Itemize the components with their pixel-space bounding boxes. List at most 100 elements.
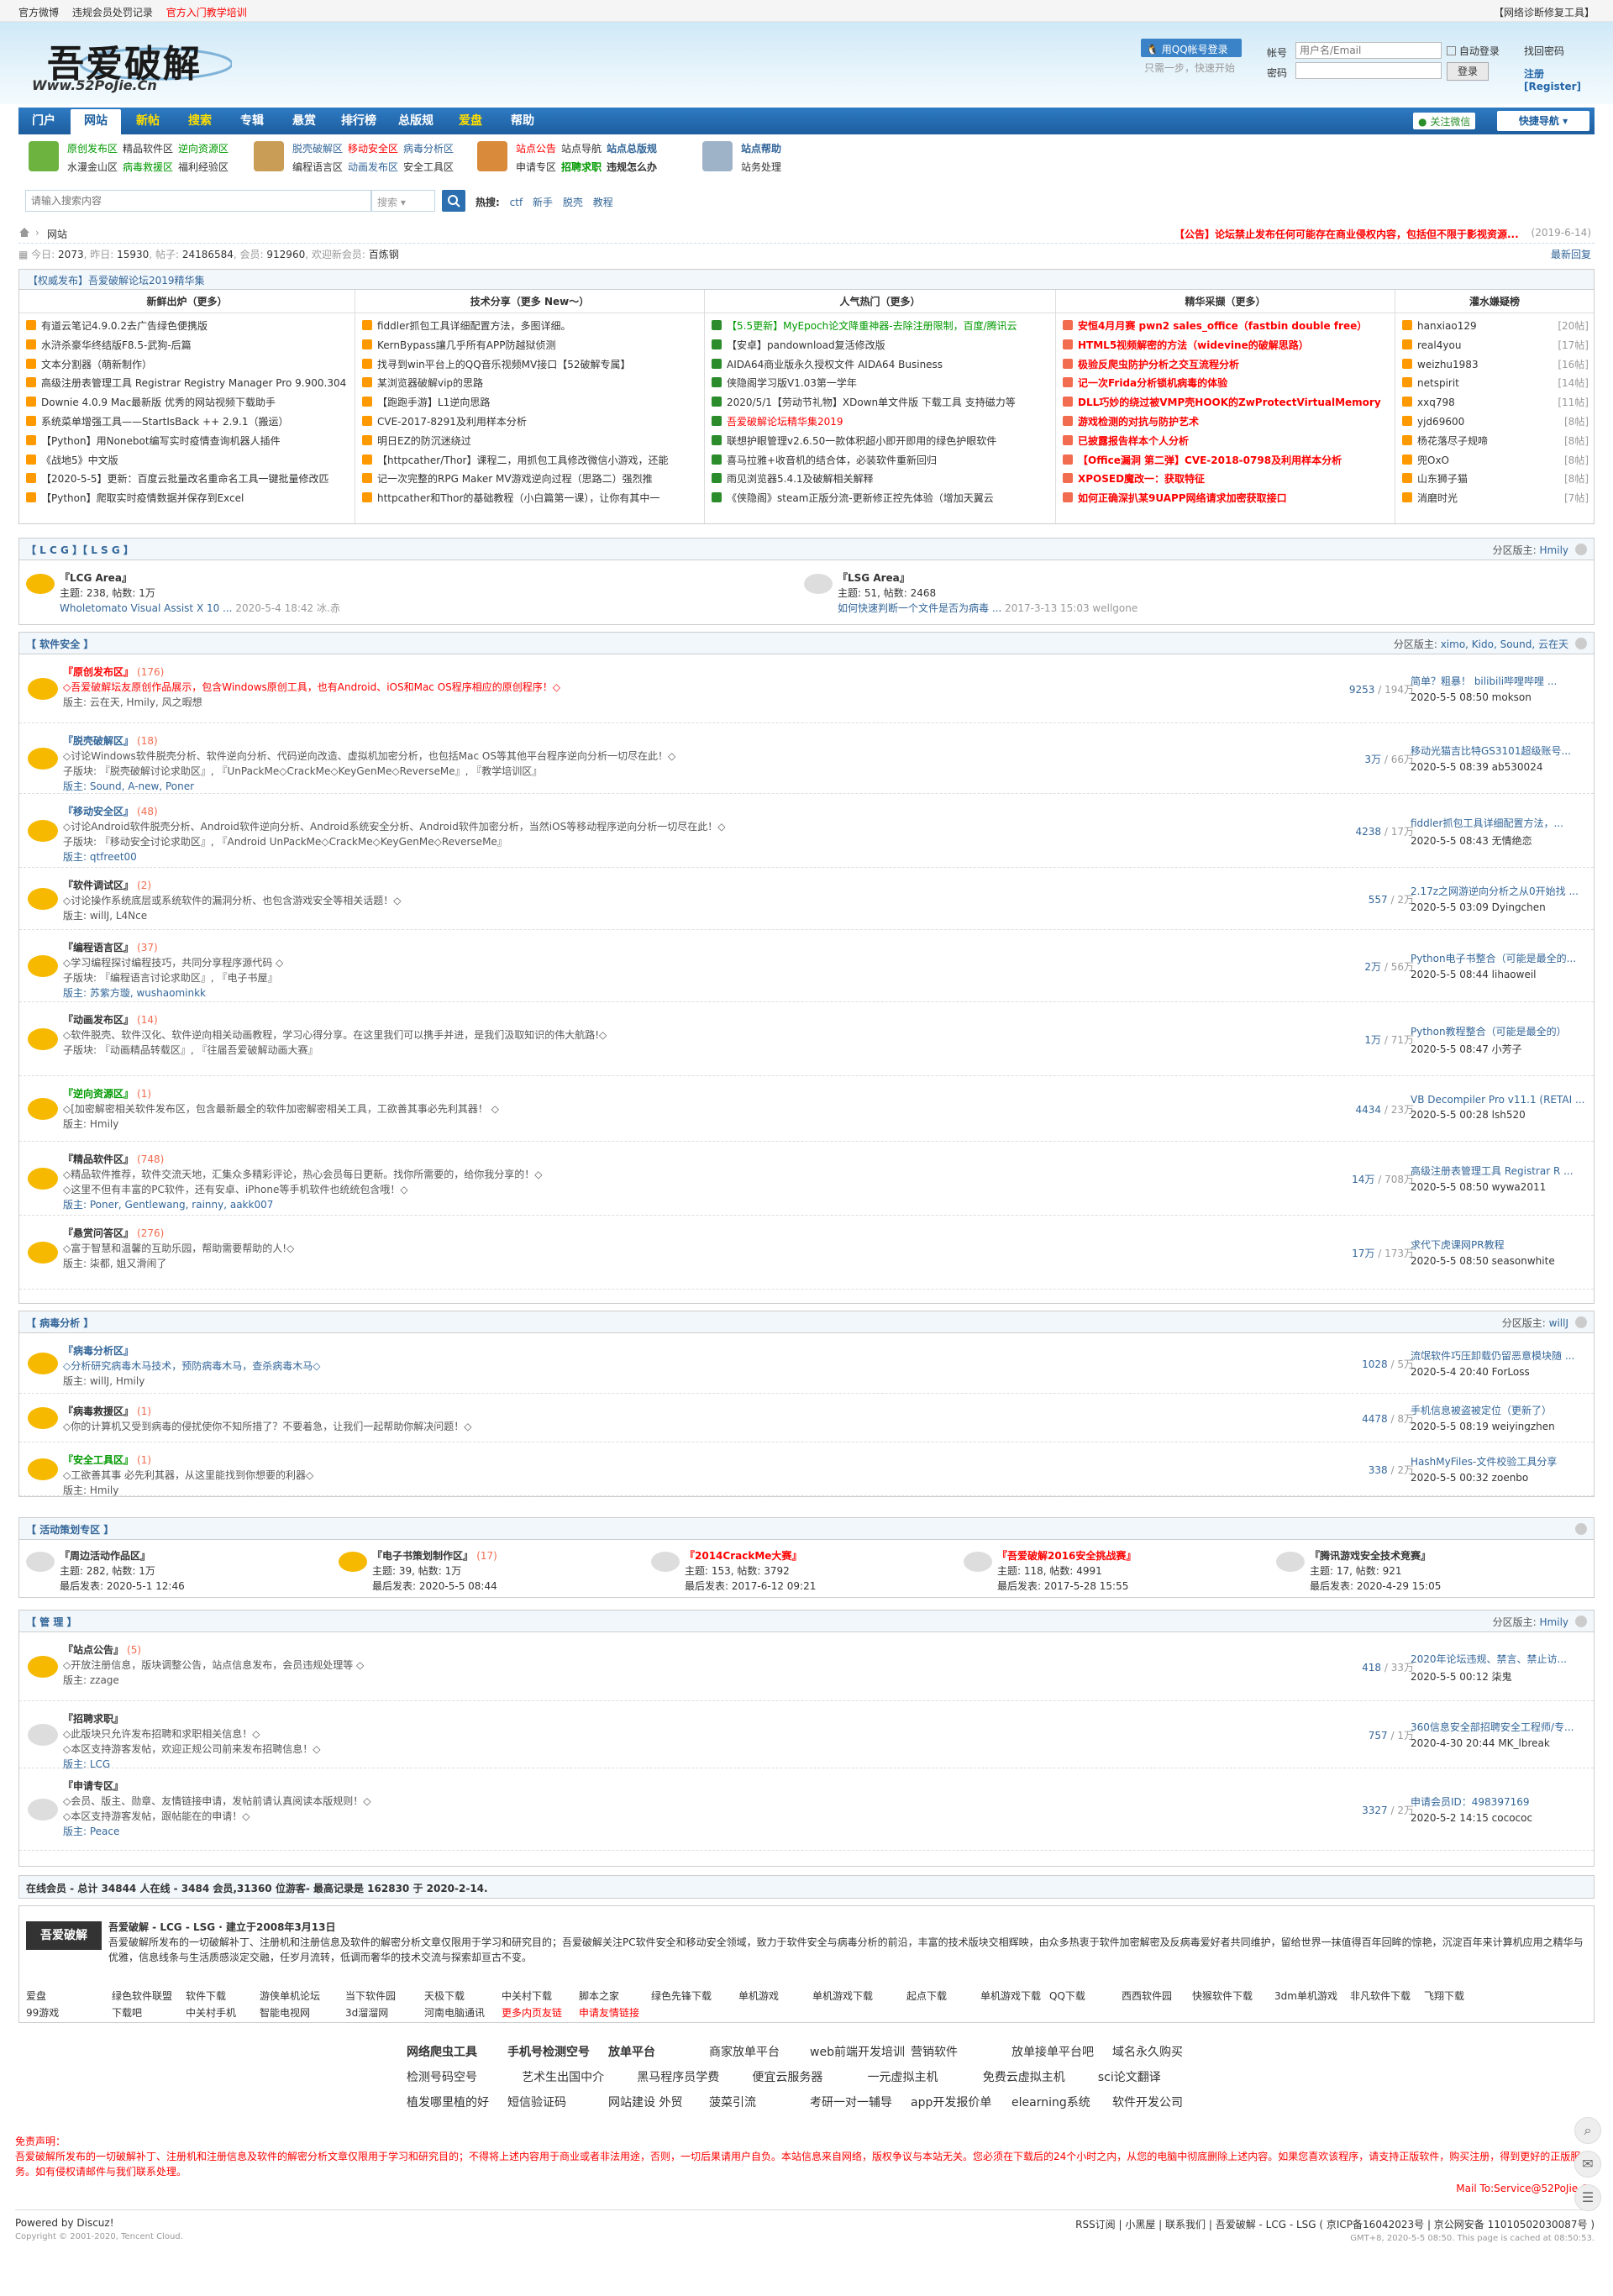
forum-name-text[interactable]: 『招聘求职』 (63, 1713, 123, 1725)
ad-link[interactable]: 检测号码空号 (407, 2068, 477, 2085)
last-post[interactable]: 2.17z之网游逆向分析之从0开始找 ... 2020-5-5 03:09 Dyi… (1411, 884, 1587, 913)
ad-link[interactable]: 营销软件 (911, 2043, 958, 2060)
forum-name[interactable]: 『安全工具区』 (1) (63, 1453, 151, 1467)
hot-thread[interactable]: 【安卓】pandownload复活修改版 (712, 336, 1050, 355)
ad-link[interactable]: 手机号检测空号 (507, 2043, 590, 2060)
hot-thread-title[interactable]: 记一次完整的RPG Maker MV游戏逆向过程（思路二）强烈推 (377, 473, 653, 485)
ad-link[interactable]: elearning系统 (1011, 2094, 1090, 2110)
hot-thread[interactable]: DLL巧妙的绕过被VMP壳HOOK的ZwProtectVirtualMemory (1063, 393, 1390, 412)
forum-name[interactable]: 『悬赏问答区』 (276) (63, 1226, 164, 1240)
hot-thread-title[interactable]: 喜马拉雅+收音机的结合体，必装软件重新回归 (727, 454, 937, 466)
friend-link[interactable]: 3dm单机游戏 (1274, 1989, 1337, 2003)
hot-thread[interactable]: 如何正确深扒某9UAPP网络请求加密获取接口 (1063, 489, 1390, 508)
forum-title[interactable]: 『腾讯游戏安全技术竞赛』 (1310, 1548, 1431, 1563)
hot-thread-title[interactable]: 【httpcather/Thor】课程二，用抓包工具修改微信小游戏，还能 (377, 454, 668, 466)
hot-thread-title[interactable]: 文本分割器（萌新制作） (41, 359, 152, 370)
site-logo[interactable]: 吾爱破解 Www.52PoJie.Cn (30, 34, 232, 93)
user-name[interactable]: 杨花落尽子规啼 (1417, 435, 1488, 447)
friend-link[interactable]: 中关村下载 (502, 1989, 552, 2003)
friend-link[interactable]: QQ下载 (1049, 1989, 1085, 2003)
quick-link[interactable]: 安全工具区 (403, 161, 454, 173)
hot-thread-title[interactable]: 《战地5》中文版 (41, 454, 118, 466)
hot-thread[interactable]: 极验反爬虫防护分析之交互流程分析 (1063, 355, 1390, 375)
friend-link[interactable]: 天极下载 (424, 1989, 465, 2003)
col-title[interactable]: 人气热门（更多） (705, 290, 1055, 313)
thread-count[interactable]: 4478 (1362, 1413, 1388, 1425)
hot-term[interactable]: 新手 (533, 197, 553, 208)
ad-link[interactable]: 放单平台 (608, 2043, 655, 2060)
forum-name[interactable]: 『动画发布区』 (14) (63, 1012, 158, 1027)
forum-name[interactable]: 『编程语言区』 (37) (63, 940, 158, 954)
thread-count[interactable]: 14万 (1352, 1174, 1374, 1185)
hot-thread-title[interactable]: HTML5视频解密的方法（widevine的破解思路） (1078, 339, 1309, 351)
nav-new-posts[interactable]: 新帖 (123, 108, 173, 134)
ad-link[interactable]: 考研一对一辅导 (810, 2094, 892, 2110)
last-post[interactable]: fiddler抓包工具详细配置方法，... 2020-5-5 08:43 无情绝恋 (1411, 816, 1587, 848)
find-password-link[interactable]: 找回密码 (1524, 44, 1564, 58)
search-type-select[interactable]: 搜索 ▾ (371, 190, 435, 212)
hot-thread-title[interactable]: 如何正确深扒某9UAPP网络请求加密获取接口 (1078, 492, 1287, 504)
forum-row[interactable]: 『软件调试区』 (2) ◇讨论操作系统底层或系统软件的漏洞分析、也包含游戏安全等相关… (19, 868, 1594, 930)
nav-rules[interactable]: 总版规 (388, 108, 444, 134)
hot-thread-title[interactable]: AIDA64商业版永久授权文件 AIDA64 Business (727, 359, 943, 370)
friend-link[interactable]: 西西软件园 (1122, 1989, 1172, 2003)
hot-thread[interactable]: 安恒4月月赛 pwn2 sales_office（fastbin double … (1063, 317, 1390, 336)
user-name[interactable]: real4you (1417, 339, 1461, 351)
hot-thread[interactable]: 《战地5》中文版 (26, 451, 349, 470)
ad-link[interactable]: 黑马程序员学费 (637, 2068, 719, 2085)
hot-thread-title[interactable]: 高级注册表管理工具 Registrar Registry Manager Pro… (41, 377, 346, 389)
forum-row[interactable]: 『动画发布区』 (14) ◇软件脱壳、软件汉化、软件逆向相关动画教程，学习心得分享。… (19, 1002, 1594, 1076)
float-comment-icon[interactable]: ☰ (1574, 2184, 1601, 2211)
hot-thread[interactable]: 已披露报告样本个人分析 (1063, 432, 1390, 451)
hot-thread-title[interactable]: Downie 4.0.9 Mac最新版 优秀的网站视频下载助手 (41, 397, 276, 408)
ad-link[interactable]: web前端开发培训 (810, 2043, 905, 2060)
forum-row[interactable]: 『病毒救援区』 (1) ◇你的计算机又受到病毒的侵扰使你不知所措了？不要着急，让我们… (19, 1394, 1594, 1442)
hot-thread[interactable]: Downie 4.0.9 Mac最新版 优秀的网站视频下载助手 (26, 393, 349, 412)
last-post-title[interactable]: fiddler抓包工具详细配置方法，... (1411, 816, 1587, 830)
thread-count[interactable]: 757 (1369, 1730, 1388, 1742)
last-post[interactable]: 移动光猫吉比特GS3101超级账号... 2020-5-5 08:39 ab530… (1411, 743, 1587, 773)
friend-link[interactable]: 下载吧 (112, 2005, 142, 2020)
hot-term[interactable]: 教程 (593, 197, 613, 208)
hot-thread-title[interactable]: DLL巧妙的绕过被VMP壳HOOK的ZwProtectVirtualMemory (1078, 397, 1381, 408)
last-post[interactable]: 如何快速判断一个文件是否为病毒 ... (838, 602, 1001, 614)
forum-name[interactable]: 『病毒救援区』 (1) (63, 1404, 151, 1418)
friend-link[interactable]: 起点下载 (906, 1989, 947, 2003)
last-post[interactable]: 求代下虎课网PR教程 2020-5-5 08:50 seasonwhite (1411, 1237, 1587, 1267)
forum-name-text[interactable]: 『动画发布区』 (63, 1014, 134, 1026)
hot-thread[interactable]: 【Office漏洞 第二弹】CVE-2018-0798及利用样本分析 (1063, 451, 1390, 470)
quick-nav-button[interactable]: 快捷导航 ▾ (1497, 111, 1589, 131)
quick-link[interactable]: 站点总版规 (607, 143, 657, 155)
last-post-title[interactable]: 手机信息被盗被定位（更新了） (1411, 1403, 1587, 1417)
hot-thread[interactable]: 雨见浏览器5.4.1及破解相关解释 (712, 470, 1050, 489)
quick-link[interactable]: 动画发布区 (348, 161, 398, 173)
latest-replies-link[interactable]: 最新回复 (1551, 247, 1591, 261)
hot-thread-title[interactable]: KernBypass讓几乎所有APP防越狱侦测 (377, 339, 555, 351)
hot-thread-title[interactable]: httpcather和Thor的基础教程（小白篇第一课），让你有其中一 (377, 492, 659, 504)
friend-link[interactable]: 快猴软件下载 (1192, 1989, 1253, 2003)
forum-row[interactable]: 『安全工具区』 (1) ◇工欲善其事 必先利其器，从这里能找到你想要的利器◇ 版主: … (19, 1442, 1594, 1496)
forum-name-text[interactable]: 『移动安全区』 (63, 806, 134, 817)
ad-link[interactable]: 短信验证码 (507, 2094, 566, 2110)
quick-link[interactable]: 水漫金山区 (67, 161, 118, 173)
hot-thread-title[interactable]: 《侠隐阁》steam正版分流-更新修正控先体验（增加天翼云 (727, 492, 994, 504)
forum-name-text[interactable]: 『悬赏问答区』 (63, 1227, 134, 1239)
last-post-title[interactable]: 2020年论坛违规、禁言、禁止访... (1411, 1652, 1587, 1666)
ad-link[interactable]: 商家放单平台 (709, 2043, 780, 2060)
hot-thread-title[interactable]: 吾爱破解论坛精华集2019 (727, 416, 843, 428)
hot-thread[interactable]: 记一次Frida分析锁机病毒的体验 (1063, 374, 1390, 393)
hot-thread-title[interactable]: CVE-2017-8291及利用样本分析 (377, 416, 527, 428)
thread-count[interactable]: 4434 (1356, 1104, 1382, 1116)
online-members[interactable]: 在线会员 - 总计 34844 人在线 - 3484 会员,31360 位游客-… (18, 1875, 1595, 1899)
friend-link[interactable]: 河南电脑通讯 (424, 2005, 485, 2020)
user-rank-item[interactable]: hanxiao129 [20帖] (1402, 317, 1589, 336)
last-post[interactable]: 高级注册表管理工具 Registrar R ... 2020-5-5 08:50 … (1411, 1164, 1587, 1193)
forum-name[interactable]: 『站点公告』 (5) (63, 1642, 141, 1657)
friend-link[interactable]: 中关村手机 (186, 2005, 236, 2020)
hot-thread-title[interactable]: 2020/5/1【劳动节礼物】XDown单文件版 下载工具 支持磁力等 (727, 397, 1016, 408)
collapse-icon[interactable] (1575, 1316, 1587, 1328)
friend-link[interactable]: 单机游戏 (738, 1989, 779, 2003)
hot-thread[interactable]: 记一次完整的RPG Maker MV游戏逆向过程（思路二）强烈推 (362, 470, 699, 489)
forum-name-text[interactable]: 『安全工具区』 (63, 1454, 134, 1466)
forum-row[interactable]: 『站点公告』 (5) ◇开放注册信息，版块调整公告，站点信息发布，会员违规处理等 ◇… (19, 1632, 1594, 1701)
